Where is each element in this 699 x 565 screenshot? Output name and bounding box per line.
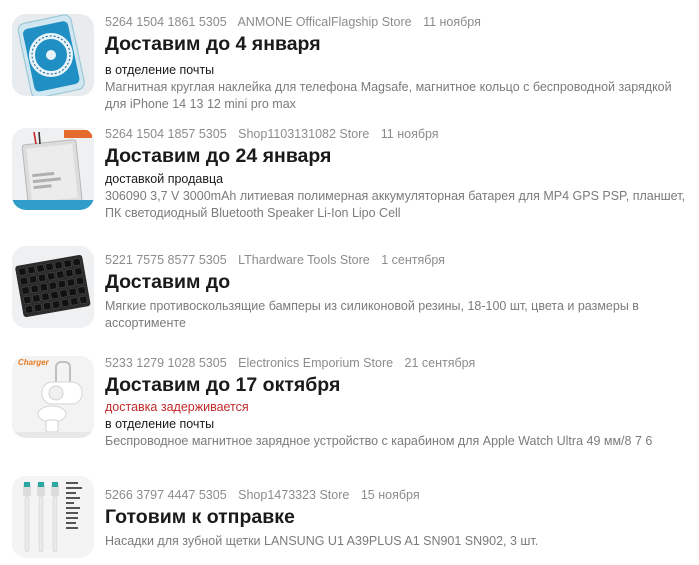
delivery-status[interactable]: Доставим до 24 января [105, 143, 689, 169]
order-date: 15 ноября [360, 488, 420, 502]
product-image[interactable] [12, 128, 94, 210]
product-image[interactable] [12, 14, 94, 96]
product-description[interactable]: Магнитная круглая наклейка для телефона … [105, 79, 689, 113]
order-date: 11 ноября [423, 15, 481, 29]
store-name[interactable]: LThardware Tools Store [238, 253, 370, 267]
bumper-pad [39, 283, 48, 292]
bumper-pad [56, 270, 65, 279]
delivery-status[interactable]: Доставим до [105, 269, 689, 295]
bumper-pad [47, 272, 56, 281]
bumper-pad [43, 302, 52, 311]
bumper-pad [38, 273, 47, 282]
store-name[interactable]: ANMONE OfficalFlagship Store [237, 15, 411, 29]
bumper-pad [79, 295, 88, 304]
bumper-pad [57, 279, 67, 289]
delivery-method: доставкой продавца [105, 172, 224, 186]
product-description[interactable]: Насадки для зубной щетки LANSUNG U1 A39P… [105, 533, 689, 550]
order-date: 1 сентября [381, 253, 445, 267]
bumper-pad [32, 294, 41, 303]
delivery-status[interactable]: Доставим до 17 октября [105, 372, 689, 398]
store-name[interactable]: Shop1473323 Store [238, 488, 349, 502]
order-date: 21 сентября [404, 356, 476, 370]
order-meta: 5221 7575 8577 5305 LThardware Tools Sto… [105, 252, 689, 268]
bumper-pad [59, 289, 68, 298]
bumper-pad [23, 295, 32, 305]
bumper-pad [61, 298, 70, 308]
delivery-status[interactable]: Доставим до 4 января [105, 31, 689, 57]
bumper-pad [21, 286, 30, 295]
order-date: 11 ноября [380, 127, 439, 141]
battery-icon [12, 128, 94, 210]
delivery-status[interactable]: Готовим к отправке [105, 504, 689, 530]
image-caption: Charger [18, 358, 50, 367]
store-name[interactable]: Electronics Emporium Store [238, 356, 393, 370]
order-meta: 5266 3797 4447 5305 Shop1473323 Store 15… [105, 487, 689, 503]
bumper-pad [48, 281, 57, 290]
order-number: 5264 1504 1857 5305 [105, 127, 227, 141]
bumper-pad [50, 291, 59, 300]
product-image[interactable] [12, 246, 94, 328]
magsafe-sticker-icon [12, 14, 94, 96]
bumper-pad [66, 278, 76, 287]
bumper-pad [36, 264, 45, 273]
bumper-pad [68, 287, 77, 297]
watch-charger-icon: Charger [12, 356, 94, 438]
bumper-pad [18, 267, 27, 276]
bumper-pad [72, 257, 81, 267]
bumper-pad [70, 297, 79, 306]
order-number: 5266 3797 4447 5305 [105, 488, 227, 502]
bumper-pad [77, 286, 86, 295]
product-image[interactable]: Charger [12, 356, 94, 438]
bumper-pad [19, 276, 29, 286]
delivery-method: в отделение почты [105, 63, 215, 77]
product-description[interactable]: Беспроводное магнитное зарядное устройст… [105, 433, 689, 450]
bumper-pad [33, 303, 43, 312]
order-number: 5221 7575 8577 5305 [105, 253, 227, 267]
order-number: 5233 1279 1028 5305 [105, 356, 227, 370]
bumper-pad [27, 265, 36, 275]
order-meta: 5233 1279 1028 5305 Electronics Emporium… [105, 355, 689, 371]
bumper-pad [28, 275, 38, 284]
delivery-method: в отделение почты [105, 417, 215, 431]
product-description[interactable]: 306090 3,7 V 3000mAh литиевая полимерная… [105, 188, 689, 222]
order-meta: 5264 1504 1861 5305 ANMONE OfficalFlagsh… [105, 14, 689, 30]
order-meta: 5264 1504 1857 5305 Shop1103131082 Store… [105, 126, 689, 142]
delivery-delay-note: доставка задерживается [105, 400, 249, 414]
bumper-pad [54, 261, 63, 270]
rubber-bumpers-icon [12, 246, 94, 328]
bumper-pad [52, 300, 61, 309]
bumper-pad [75, 276, 85, 286]
product-image[interactable] [12, 476, 94, 558]
bumper-pad [30, 284, 39, 294]
bumper-pad [65, 268, 74, 278]
bumper-pad [74, 267, 83, 276]
bumper-pad [41, 292, 50, 301]
toothbrush-heads-icon [12, 476, 94, 558]
store-name[interactable]: Shop1103131082 Store [238, 127, 369, 141]
order-number: 5264 1504 1861 5305 [105, 15, 227, 29]
bumper-pad [63, 259, 72, 268]
product-description[interactable]: Мягкие противоскользящие бамперы из сили… [105, 298, 689, 332]
bumper-pad [24, 305, 34, 314]
bumper-pad [45, 262, 54, 271]
